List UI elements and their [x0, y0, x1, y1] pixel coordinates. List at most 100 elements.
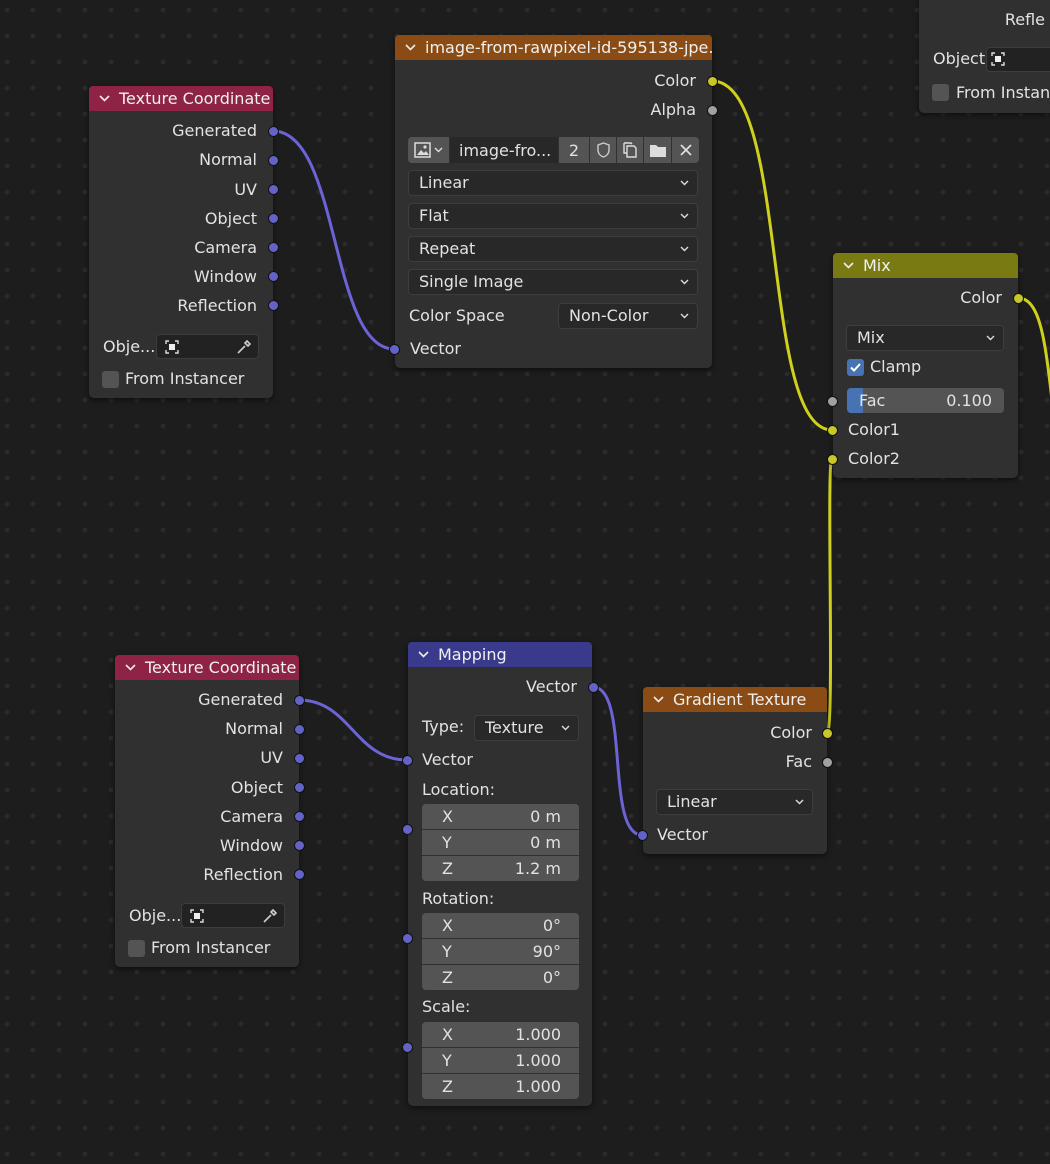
socket-mapping-scale-in[interactable] — [402, 1042, 413, 1053]
socket-window[interactable] — [294, 840, 305, 851]
scale-z-field[interactable]: Z 1.000 — [422, 1074, 579, 1099]
socket-mix-color-out[interactable] — [1013, 293, 1024, 304]
chevron-down-icon — [680, 313, 689, 319]
socket-uv[interactable] — [268, 184, 279, 195]
source-dropdown[interactable]: Single Image — [408, 269, 698, 295]
blend-type-dropdown[interactable]: Mix — [846, 325, 1004, 351]
unlink-image-button[interactable] — [672, 137, 699, 163]
rotation-x-field[interactable]: X 0° — [422, 913, 579, 938]
node-header[interactable]: Texture Coordinate — [89, 86, 273, 111]
collapse-chevron-icon[interactable] — [843, 260, 854, 271]
location-z-value: 1.2 m — [514, 859, 561, 878]
location-x-field[interactable]: X 0 m — [422, 804, 579, 829]
clamp-checkbox[interactable] — [847, 359, 864, 376]
gradient-type-dropdown[interactable]: Linear — [656, 789, 813, 815]
object-icon — [165, 340, 179, 354]
object-field[interactable] — [986, 47, 1050, 72]
users-count-label: 2 — [568, 140, 580, 160]
mapping-type-dropdown[interactable]: Texture — [474, 715, 579, 741]
scale-y-field[interactable]: Y 1.000 — [422, 1048, 579, 1073]
node-header[interactable]: Gradient Texture — [643, 687, 827, 712]
gradient-texture-node[interactable]: Gradient Texture Color Fac Linear Vector — [643, 687, 827, 854]
socket-mapping-location-in[interactable] — [402, 824, 413, 835]
socket-mix-color2[interactable] — [827, 454, 838, 465]
collapse-chevron-icon[interactable] — [99, 93, 110, 104]
socket-camera[interactable] — [268, 242, 279, 253]
gradient-type-value: Linear — [667, 792, 717, 811]
socket-uv[interactable] — [294, 753, 305, 764]
from-instancer-checkbox[interactable] — [128, 940, 145, 957]
node-header[interactable]: image-from-rawpixel-id-595138-jpe... — [395, 35, 712, 60]
eyedropper-icon[interactable] — [262, 908, 278, 924]
duplicate-image-button[interactable] — [617, 137, 643, 163]
socket-mix-fac[interactable] — [827, 396, 838, 407]
socket-generated[interactable] — [294, 695, 305, 706]
socket-mix-color1[interactable] — [827, 425, 838, 436]
chevron-down-icon — [680, 246, 689, 252]
close-icon — [679, 144, 692, 156]
socket-normal[interactable] — [294, 724, 305, 735]
from-instancer-checkbox[interactable] — [932, 84, 949, 101]
object-field[interactable] — [156, 334, 259, 359]
location-y-field[interactable]: Y 0 m — [422, 830, 579, 855]
chevron-down-icon — [434, 147, 443, 153]
socket-reflection[interactable] — [268, 300, 279, 311]
partial-texture-coordinate-node[interactable]: Refle Object: From Instanc — [919, 0, 1050, 113]
duplicate-icon — [623, 142, 637, 158]
socket-gradient-vector[interactable] — [637, 830, 648, 841]
image-users-count[interactable]: 2 — [559, 137, 589, 163]
socket-normal[interactable] — [268, 155, 279, 166]
socket-image-vector[interactable] — [389, 344, 400, 355]
eyedropper-icon[interactable] — [236, 339, 252, 355]
input-vector-label: Vector — [657, 825, 708, 844]
socket-window[interactable] — [268, 271, 279, 282]
extension-dropdown[interactable]: Repeat — [408, 236, 698, 262]
image-browse-button[interactable] — [408, 137, 449, 163]
location-z-field[interactable]: Z 1.2 m — [422, 856, 579, 881]
output-uv: UV — [260, 748, 283, 767]
socket-reflection[interactable] — [294, 869, 305, 880]
collapse-chevron-icon[interactable] — [418, 649, 429, 660]
socket-camera[interactable] — [294, 811, 305, 822]
rotation-y-value: 90° — [532, 942, 561, 961]
fac-slider[interactable]: Fac 0.100 — [847, 388, 1004, 413]
from-instancer-checkbox[interactable] — [102, 371, 119, 388]
chevron-down-icon — [680, 279, 689, 285]
mapping-node[interactable]: Mapping Vector Type: Texture Vector Loca… — [408, 642, 592, 1106]
socket-image-color[interactable] — [707, 76, 718, 87]
axis-label: Z — [442, 1077, 453, 1096]
fake-user-button[interactable] — [590, 137, 616, 163]
object-field[interactable] — [181, 903, 285, 928]
color-space-dropdown[interactable]: Non-Color — [558, 303, 698, 329]
socket-generated[interactable] — [268, 126, 279, 137]
collapse-chevron-icon[interactable] — [405, 42, 416, 53]
projection-dropdown[interactable]: Flat — [408, 203, 698, 229]
socket-gradient-color[interactable] — [822, 728, 833, 739]
output-color-label: Color — [960, 288, 1002, 307]
socket-mapping-vector-out[interactable] — [588, 682, 599, 693]
node-header[interactable]: Texture Coordinate — [115, 655, 299, 680]
node-header[interactable]: Mix — [833, 253, 1018, 278]
texture-coordinate-node-2[interactable]: Texture Coordinate Generated Normal UV O… — [115, 655, 299, 967]
mix-node[interactable]: Mix Color Mix Clamp Fac 0.100 Color1 Col… — [833, 253, 1018, 478]
texture-coordinate-node-1[interactable]: Texture Coordinate Generated Normal UV O… — [89, 86, 273, 398]
socket-gradient-fac[interactable] — [822, 757, 833, 768]
socket-object[interactable] — [268, 213, 279, 224]
collapse-chevron-icon[interactable] — [653, 694, 664, 705]
socket-image-alpha[interactable] — [707, 105, 718, 116]
axis-label: Y — [442, 1051, 452, 1070]
collapse-chevron-icon[interactable] — [125, 662, 136, 673]
rotation-z-field[interactable]: Z 0° — [422, 965, 579, 990]
rotation-y-field[interactable]: Y 90° — [422, 939, 579, 964]
image-texture-node[interactable]: image-from-rawpixel-id-595138-jpe... Col… — [395, 35, 712, 368]
axis-label: X — [442, 916, 453, 935]
socket-mapping-vector-in[interactable] — [402, 755, 413, 766]
open-image-button[interactable] — [644, 137, 671, 163]
interpolation-dropdown[interactable]: Linear — [408, 170, 698, 196]
image-name-field[interactable]: image-fro... — [450, 137, 558, 163]
node-header[interactable]: Mapping — [408, 642, 592, 667]
input-vector-label: Vector — [422, 750, 473, 769]
scale-x-field[interactable]: X 1.000 — [422, 1022, 579, 1047]
socket-object[interactable] — [294, 782, 305, 793]
socket-mapping-rotation-in[interactable] — [402, 933, 413, 944]
